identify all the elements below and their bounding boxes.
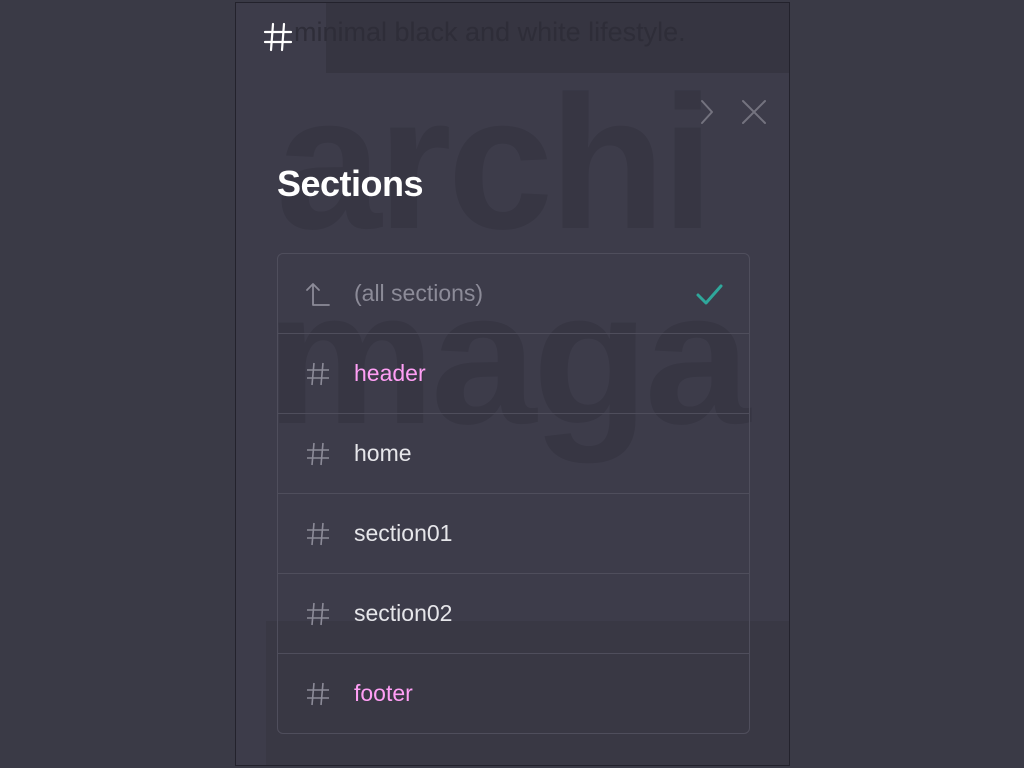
list-item-label: section01 bbox=[354, 520, 453, 546]
list-item-header[interactable]: header bbox=[278, 333, 749, 413]
list-item-label: footer bbox=[354, 680, 413, 706]
hash-icon bbox=[302, 678, 334, 710]
hash-icon bbox=[302, 358, 334, 390]
hash-icon bbox=[302, 518, 334, 550]
list-item-section02[interactable]: section02 bbox=[278, 573, 749, 653]
next-button[interactable] bbox=[692, 99, 722, 129]
close-button[interactable] bbox=[739, 99, 769, 129]
list-item-label: header bbox=[354, 360, 426, 386]
sections-panel: minimal black and white lifestyle. archi… bbox=[235, 2, 790, 766]
list-item-all-sections[interactable]: (all sections) bbox=[278, 254, 749, 333]
hash-icon bbox=[302, 438, 334, 470]
list-item-label: (all sections) bbox=[354, 280, 484, 306]
close-icon bbox=[741, 99, 767, 130]
hash-icon bbox=[302, 598, 334, 630]
hash-icon[interactable] bbox=[262, 15, 294, 55]
background-tagline: minimal black and white lifestyle. bbox=[294, 17, 686, 47]
list-item-footer[interactable]: footer bbox=[278, 653, 749, 733]
list-item-label: section02 bbox=[354, 600, 453, 626]
list-item-home[interactable]: home bbox=[278, 413, 749, 493]
check-icon bbox=[693, 278, 725, 310]
list-item-label: home bbox=[354, 440, 412, 466]
list-item-section01[interactable]: section01 bbox=[278, 493, 749, 573]
chevron-right-icon bbox=[697, 98, 717, 131]
sections-list: (all sections) header home section01 sec… bbox=[277, 253, 750, 734]
up-arrow-icon bbox=[302, 278, 334, 310]
panel-title: Sections bbox=[277, 163, 424, 204]
